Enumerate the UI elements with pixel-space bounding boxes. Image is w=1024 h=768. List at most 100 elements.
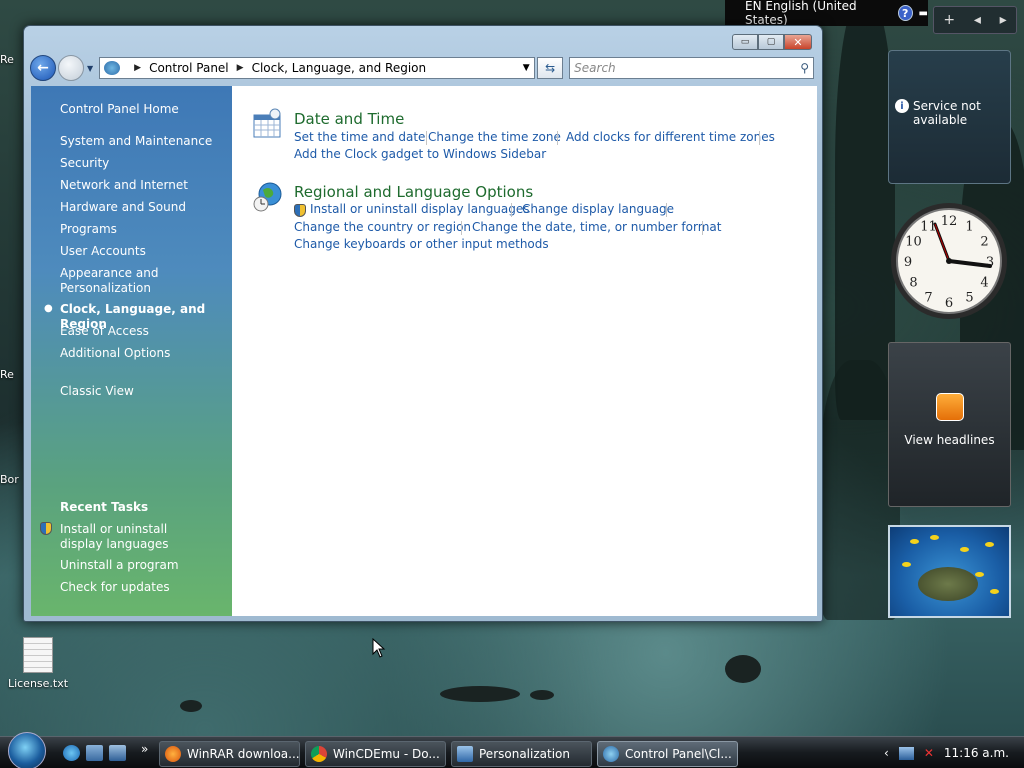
category-user-accounts[interactable]: User Accounts (60, 244, 230, 259)
search-icon[interactable]: ⚲ (800, 61, 809, 75)
sea-turtle-image (918, 567, 978, 601)
change-time-zone-link[interactable]: Change the time zone (428, 130, 561, 144)
desktop-icon-license[interactable]: License.txt (6, 637, 70, 690)
volume-muted-icon[interactable]: ✕ (924, 746, 934, 760)
recent-task-uninstall-program[interactable]: Uninstall a program (60, 558, 230, 573)
regional-language-title[interactable]: Regional and Language Options (294, 183, 533, 201)
control-panel-home-link[interactable]: Control Panel Home (60, 102, 230, 117)
category-programs[interactable]: Programs (60, 222, 230, 237)
clock-numeral: 9 (904, 255, 912, 270)
control-panel-icon (603, 746, 619, 762)
taskbar-button-control-panel[interactable]: Control Panel\Cl... (597, 741, 738, 767)
breadcrumb-separator-icon[interactable]: ▶ (237, 63, 244, 73)
clock-gadget[interactable]: 12 1 2 3 4 5 6 7 8 9 10 11 (888, 200, 1011, 322)
firefox-icon (165, 746, 181, 762)
personalization-icon (457, 746, 473, 762)
weather-status: Service not available (913, 99, 981, 127)
category-appearance-and-personalization[interactable]: Appearance and Personalization (60, 266, 170, 296)
address-dropdown-icon[interactable]: ▼ (518, 63, 534, 73)
sidebar-controls: + ◂ ▸ (933, 6, 1017, 34)
taskbar-button-label: WinCDEmu - Do... (333, 747, 440, 761)
link-divider (511, 203, 512, 217)
slideshow-gadget[interactable] (888, 525, 1011, 618)
language-bar[interactable]: EN English (United States) ? ▬ (725, 0, 928, 27)
clock-time[interactable]: 11:16 a.m. (944, 746, 1009, 760)
change-keyboards-link[interactable]: Change keyboards or other input methods (294, 237, 549, 251)
control-panel-window: ▭ ▢ ✕ ← ▼ ▶ Control Panel ▶ Clock, Langu… (23, 25, 823, 622)
close-button[interactable]: ✕ (784, 34, 812, 50)
category-network-and-internet[interactable]: Network and Internet (60, 178, 230, 193)
text-file-icon (23, 637, 53, 673)
view-headlines-label[interactable]: View headlines (904, 433, 994, 447)
desktop-icon-fragment[interactable]: Re (0, 53, 14, 66)
back-button[interactable]: ← (30, 55, 56, 81)
recent-pages-dropdown[interactable]: ▼ (87, 64, 93, 73)
analog-clock: 12 1234567891011 (891, 203, 1007, 319)
category-hardware-and-sound[interactable]: Hardware and Sound (60, 200, 230, 215)
change-country-region-link[interactable]: Change the country or region (294, 220, 471, 234)
desktop-icon-fragment[interactable]: Re (0, 368, 14, 381)
taskbar-button-wincdemu[interactable]: WinCDEmu - Do... (305, 741, 446, 767)
search-box[interactable]: Search ⚲ (569, 57, 814, 79)
back-arrow-icon: ← (37, 60, 49, 76)
minimize-language-bar-icon[interactable]: ▬ (919, 8, 928, 19)
classic-view-link[interactable]: Classic View (60, 384, 230, 399)
minimize-button[interactable]: ▭ (732, 34, 758, 50)
next-page-button[interactable]: ▸ (1000, 12, 1007, 28)
switch-windows-icon[interactable] (109, 745, 126, 761)
clock-numeral: 8 (909, 276, 917, 291)
weather-gadget[interactable]: i Service not available (888, 50, 1011, 184)
link-divider (702, 221, 703, 235)
control-panel-icon (104, 61, 121, 75)
refresh-button[interactable]: ⇆ (537, 57, 564, 79)
desktop-icon-fragment[interactable]: Bor (0, 473, 19, 486)
recent-task-check-updates[interactable]: Check for updates (60, 580, 230, 595)
link-divider (426, 131, 427, 145)
breadcrumb-current[interactable]: Clock, Language, and Region (252, 61, 427, 75)
taskbar-button-winrar[interactable]: WinRAR downloa... (159, 741, 300, 767)
category-security[interactable]: Security (60, 156, 230, 171)
language-indicator[interactable]: EN English (United States) (745, 0, 889, 27)
category-additional-options[interactable]: Additional Options (60, 346, 230, 361)
category-ease-of-access[interactable]: Ease of Access (60, 324, 230, 339)
link-divider (666, 203, 667, 217)
show-desktop-icon[interactable] (86, 745, 103, 761)
taskbar-button-label: Personalization (479, 747, 570, 761)
breadcrumb-control-panel[interactable]: Control Panel (149, 61, 229, 75)
quick-launch-overflow-icon[interactable]: » (141, 742, 148, 756)
add-clocks-link[interactable]: Add clocks for different time zones (566, 130, 775, 144)
address-bar[interactable]: ▶ Control Panel ▶ Clock, Language, and R… (99, 57, 536, 79)
info-icon: i (895, 99, 909, 113)
search-input[interactable]: Search (574, 61, 616, 75)
internet-explorer-icon[interactable] (63, 745, 80, 761)
category-system-and-maintenance[interactable]: System and Maintenance (60, 134, 230, 149)
clock-numeral: 1 (965, 220, 973, 235)
rss-feed-icon (935, 393, 964, 421)
add-gadget-button[interactable]: + (943, 12, 955, 28)
change-display-language-link[interactable]: Change display language (522, 202, 674, 216)
change-date-time-number-format-link[interactable]: Change the date, time, or number format (472, 220, 721, 234)
add-clock-gadget-link[interactable]: Add the Clock gadget to Windows Sidebar (294, 147, 546, 161)
install-display-languages-link[interactable]: Install or uninstall display languages (310, 202, 530, 216)
recent-tasks-heading: Recent Tasks (60, 500, 149, 514)
caption-buttons: ▭ ▢ ✕ (732, 34, 812, 50)
clock-numeral: 12 (941, 214, 958, 229)
task-pane: Control Panel Home System and Maintenanc… (31, 86, 232, 616)
feed-headlines-gadget[interactable]: View headlines (888, 342, 1011, 507)
recent-task-install-languages[interactable]: Install or uninstall display languages (60, 522, 210, 552)
help-icon[interactable]: ? (897, 5, 913, 21)
mouse-cursor-icon (372, 638, 386, 658)
maximize-button[interactable]: ▢ (758, 34, 784, 50)
clock-numeral: 7 (924, 291, 932, 306)
taskbar-button-personalization[interactable]: Personalization (451, 741, 592, 767)
previous-page-button[interactable]: ◂ (974, 12, 981, 28)
clock-numeral: 11 (920, 220, 937, 235)
breadcrumb-separator-icon[interactable]: ▶ (134, 63, 141, 73)
network-icon[interactable] (898, 746, 914, 760)
start-button[interactable] (8, 732, 46, 768)
date-and-time-title[interactable]: Date and Time (294, 110, 404, 128)
show-hidden-icons-button[interactable]: ‹ (884, 746, 889, 760)
set-time-and-date-link[interactable]: Set the time and date (294, 130, 425, 144)
clock-numeral: 6 (945, 296, 953, 311)
forward-button[interactable] (58, 55, 84, 81)
